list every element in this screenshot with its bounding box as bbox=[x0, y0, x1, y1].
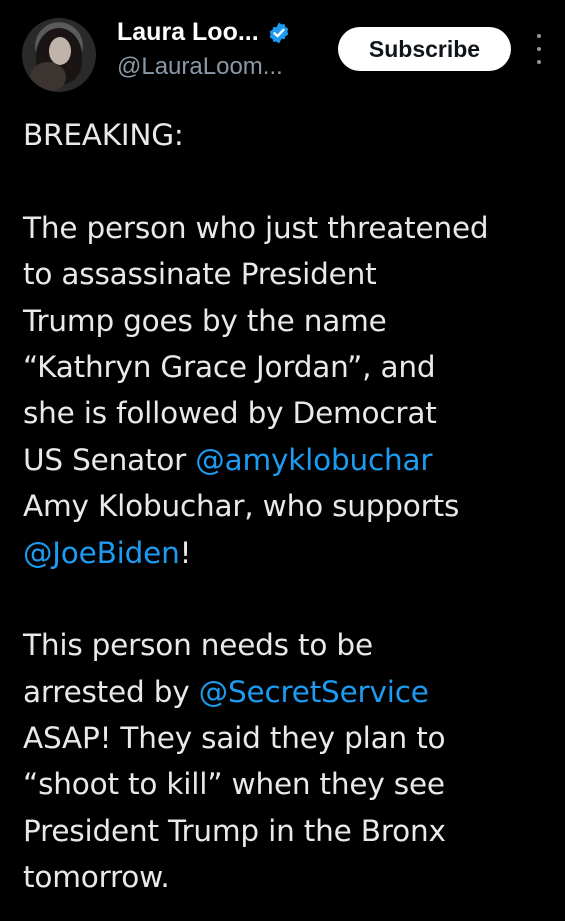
post-line: President Trump in the Bronx bbox=[23, 808, 553, 854]
post-text-segment: ASAP! They said they plan to bbox=[23, 721, 446, 756]
post-text-segment: President Trump in the Bronx bbox=[23, 813, 446, 848]
avatar-face bbox=[49, 37, 71, 65]
post-text-segment: “Kathryn Grace Jordan”, and bbox=[23, 349, 436, 384]
post-line: Amy Klobuchar, who supports bbox=[23, 483, 553, 529]
more-dot bbox=[537, 60, 541, 64]
more-dot bbox=[537, 34, 541, 38]
post-text-segment: The person who just threatened bbox=[23, 210, 489, 245]
post-line bbox=[23, 576, 553, 622]
post-line: to assassinate President bbox=[23, 251, 553, 297]
post-text-segment: ! bbox=[179, 535, 192, 570]
subscribe-button[interactable]: Subscribe bbox=[338, 27, 511, 71]
post-line: The person who just threatened bbox=[23, 205, 553, 251]
avatar-dog bbox=[30, 62, 66, 92]
avatar[interactable] bbox=[22, 18, 96, 92]
post-text-segment: Amy Klobuchar, who supports bbox=[23, 489, 460, 524]
post-line: arrested by @SecretService bbox=[23, 669, 553, 715]
post-text-segment: she is followed by Democrat bbox=[23, 396, 437, 431]
post-line: US Senator @amyklobuchar bbox=[23, 437, 553, 483]
post-line: “Kathryn Grace Jordan”, and bbox=[23, 344, 553, 390]
post-line: tomorrow. bbox=[23, 854, 553, 900]
post-text-segment: arrested by bbox=[23, 674, 199, 709]
post-text: BREAKING: The person who just threatened t… bbox=[23, 112, 553, 901]
post-text-segment: BREAKING: bbox=[23, 118, 184, 152]
more-vertical-icon[interactable] bbox=[532, 34, 546, 64]
mention-link[interactable]: @JoeBiden bbox=[23, 536, 180, 570]
post-text-segment: tomorrow. bbox=[23, 860, 170, 895]
post-line: @JoeBiden! bbox=[23, 530, 553, 576]
post-text-segment: US Senator bbox=[23, 442, 196, 477]
post-text-segment: “shoot to kill” when they see bbox=[23, 767, 445, 802]
post-line: BREAKING: bbox=[23, 112, 553, 158]
post-text-segment: This person needs to be bbox=[23, 628, 373, 663]
mention-link[interactable]: @SecretService bbox=[199, 675, 429, 709]
post-line: she is followed by Democrat bbox=[23, 390, 553, 436]
post-line: ASAP! They said they plan to bbox=[23, 715, 553, 761]
post-header: Laura Loo... @LauraLoom... Subscribe bbox=[0, 0, 565, 105]
post-text-segment: Trump goes by the name bbox=[23, 303, 387, 338]
mention-link[interactable]: @amyklobuchar bbox=[195, 443, 432, 477]
post-text-segment: to assassinate President bbox=[23, 257, 377, 292]
more-dot bbox=[537, 47, 541, 51]
post-line: This person needs to be bbox=[23, 622, 553, 668]
post-line: Trump goes by the name bbox=[23, 298, 553, 344]
author-handle[interactable]: @LauraLoom... bbox=[117, 53, 283, 81]
author-name-row[interactable]: Laura Loo... bbox=[117, 18, 291, 47]
author-display-name[interactable]: Laura Loo... bbox=[117, 18, 259, 47]
post-line bbox=[23, 158, 553, 204]
post-line: “shoot to kill” when they see bbox=[23, 761, 553, 807]
verified-badge-icon bbox=[269, 22, 288, 43]
